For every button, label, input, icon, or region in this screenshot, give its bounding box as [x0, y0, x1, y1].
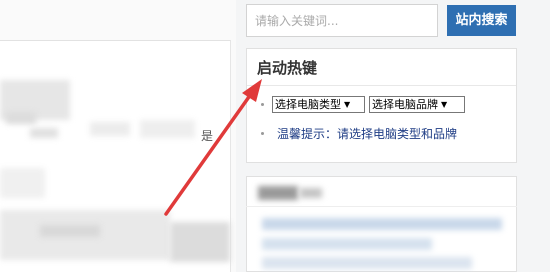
- hotkey-widget: 启动热键 选择电脑类型 ▼ 选择电脑品牌 ▼ 温馨提示：请选择电脑类型和品牌: [246, 48, 517, 163]
- computer-type-select-value: 选择电脑类型: [275, 98, 341, 111]
- tip-text: 温馨提示：请选择电脑类型和品牌: [277, 127, 458, 141]
- blurred-content: [6, 112, 36, 124]
- blurred-card-title: [258, 186, 298, 200]
- blurred-content: [90, 122, 130, 136]
- divider: [247, 85, 516, 86]
- triangle-down-icon: ▼: [441, 100, 448, 109]
- blurred-card-title: [300, 188, 322, 198]
- blurred-content: [40, 225, 100, 237]
- blurred-content: [140, 120, 195, 138]
- blurred-content: [170, 222, 230, 262]
- blurred-content: [0, 168, 45, 198]
- blurred-content: [30, 128, 58, 138]
- divider: [246, 206, 517, 207]
- bullet-icon: [261, 132, 264, 135]
- article-text-fragment: 是: [201, 129, 214, 143]
- bullet-icon: [261, 103, 264, 106]
- triangle-down-icon: ▼: [344, 100, 351, 109]
- computer-brand-select-value: 选择电脑品牌: [372, 98, 438, 111]
- blurred-link: [262, 257, 472, 269]
- computer-type-select[interactable]: 选择电脑类型 ▼: [272, 96, 365, 113]
- search-input[interactable]: [246, 4, 438, 37]
- computer-brand-select[interactable]: 选择电脑品牌 ▼: [369, 96, 465, 113]
- site-search-button[interactable]: 站内搜索: [447, 5, 516, 36]
- blurred-link: [262, 238, 432, 250]
- widget-title: 启动热键: [257, 59, 318, 77]
- blurred-link: [262, 218, 502, 230]
